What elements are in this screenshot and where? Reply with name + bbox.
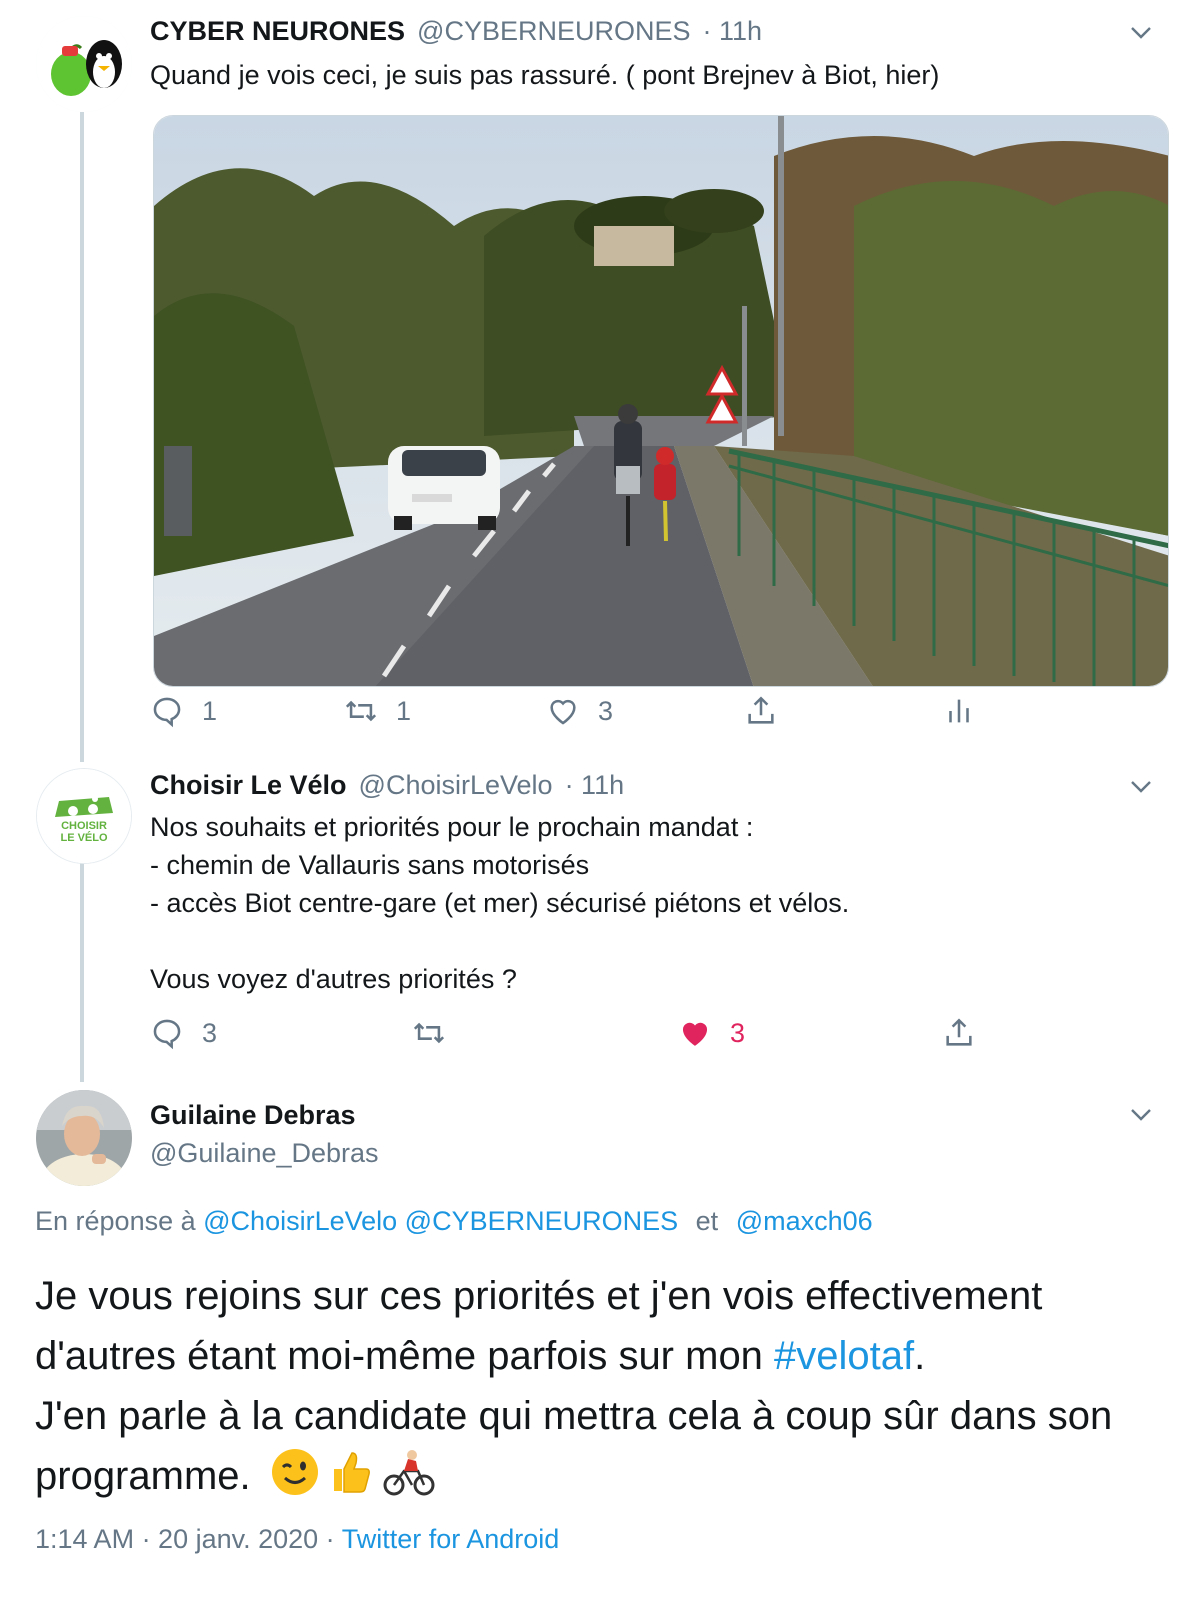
reply-prefix: En réponse à (35, 1206, 196, 1236)
analytics-button[interactable] (942, 694, 976, 728)
person-biking-icon (383, 1450, 435, 1496)
author-handle[interactable]: @ChoisirLeVelo (359, 770, 553, 801)
author-name[interactable]: Guilaine Debras (150, 1100, 356, 1131)
main-tweet-text: Je vous rejoins sur ces priorités et j'e… (35, 1266, 1145, 1506)
tweet-time[interactable]: · 11h (703, 16, 763, 47)
chevron-down-icon[interactable] (1130, 26, 1152, 40)
tweet-line: - accès Biot centre-gare (et mer) sécuri… (150, 888, 850, 918)
share-button[interactable] (942, 1016, 976, 1050)
avatar-text: CHOISIR (61, 820, 107, 832)
chevron-down-icon[interactable] (1130, 780, 1152, 794)
heart-icon (550, 699, 576, 725)
retweet-icon (413, 1022, 445, 1044)
retweet-count: 1 (396, 695, 412, 726)
thread-connector (80, 862, 84, 1082)
reply-context: En réponse à @ChoisirLeVelo @CYBERNEURON… (35, 1206, 873, 1237)
avatar-text: LE VÉLO (60, 831, 108, 844)
tweet-actions: 1 1 3 (150, 694, 1050, 734)
tweet-meta: 1:14 AM · 20 janv. 2020 · Twitter for An… (35, 1524, 559, 1555)
reply-button[interactable]: 1 (150, 694, 217, 728)
reply-button[interactable]: 3 (150, 1016, 217, 1050)
tweet-text: . (914, 1334, 926, 1378)
thumbs-up-icon (333, 1452, 370, 1493)
like-count: 3 (730, 1017, 746, 1048)
source-link[interactable]: Twitter for Android (342, 1524, 560, 1554)
mention-link[interactable]: @CYBERNEURONES (405, 1206, 678, 1236)
reply-icon (153, 697, 181, 728)
retweet-button[interactable] (412, 1016, 446, 1050)
tweet-photo[interactable] (153, 115, 1169, 687)
reply-and: et (695, 1206, 719, 1236)
share-icon (946, 1018, 972, 1046)
like-button[interactable]: 3 (546, 694, 613, 728)
heart-filled-icon (682, 1022, 708, 1046)
timestamp[interactable]: 1:14 AM · 20 janv. 2020 · (35, 1524, 335, 1554)
author-name[interactable]: CYBER NEURONES (150, 16, 405, 47)
tweet-line: Vous voyez d'autres priorités ? (150, 964, 517, 994)
retweet-icon (345, 700, 377, 722)
mention-link[interactable]: @maxch06 (736, 1206, 873, 1236)
tweet-text: Nos souhaits et priorités pour le procha… (150, 808, 849, 998)
reply-count: 1 (202, 695, 218, 726)
tweet-text: J'en parle à la candidate qui mettra cel… (35, 1394, 1113, 1498)
avatar[interactable] (36, 16, 132, 112)
like-button[interactable]: 3 (678, 1016, 745, 1050)
like-count: 3 (598, 695, 614, 726)
mention-link[interactable]: @ChoisirLeVelo (203, 1206, 397, 1236)
tweet-line: Nos souhaits et priorités pour le procha… (150, 812, 754, 842)
chevron-down-icon[interactable] (1130, 1108, 1152, 1122)
retweet-button[interactable]: 1 (344, 694, 411, 728)
reply-icon (153, 1019, 181, 1050)
avatar[interactable]: CHOISIR LE VÉLO (36, 768, 132, 864)
reply-count: 3 (202, 1017, 218, 1048)
thread-connector (80, 112, 84, 762)
tweet-actions: 3 3 (150, 1016, 1050, 1056)
author-name[interactable]: Choisir Le Vélo (150, 770, 347, 801)
share-icon (748, 696, 774, 724)
emoji-group (270, 1447, 436, 1497)
avatar[interactable] (36, 1090, 132, 1186)
author-handle[interactable]: @CYBERNEURONES (417, 16, 690, 47)
hashtag-link[interactable]: #velotaf (774, 1334, 914, 1378)
tweet-time[interactable]: · 11h (565, 770, 625, 801)
tweet-line: - chemin de Vallauris sans motorisés (150, 850, 590, 880)
tweet-text: Quand je vois ceci, je suis pas rassuré.… (150, 60, 940, 90)
analytics-icon (949, 699, 969, 723)
winking-face-icon (271, 1449, 318, 1495)
share-button[interactable] (744, 694, 778, 728)
author-handle[interactable]: @Guilaine_Debras (150, 1138, 379, 1169)
